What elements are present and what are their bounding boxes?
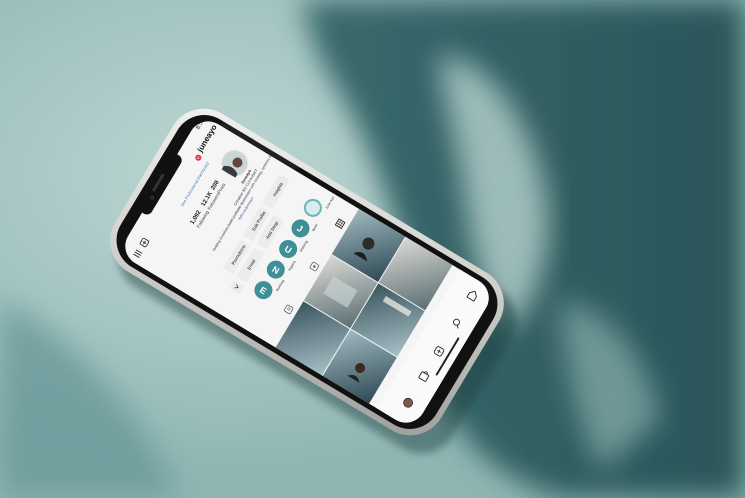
photo-canvas: 8:56 juneayo 9 See Professional Dashboar… [0, 0, 745, 498]
photo-scene: 8:56 juneayo 9 See Professional Dashboar… [0, 0, 745, 498]
